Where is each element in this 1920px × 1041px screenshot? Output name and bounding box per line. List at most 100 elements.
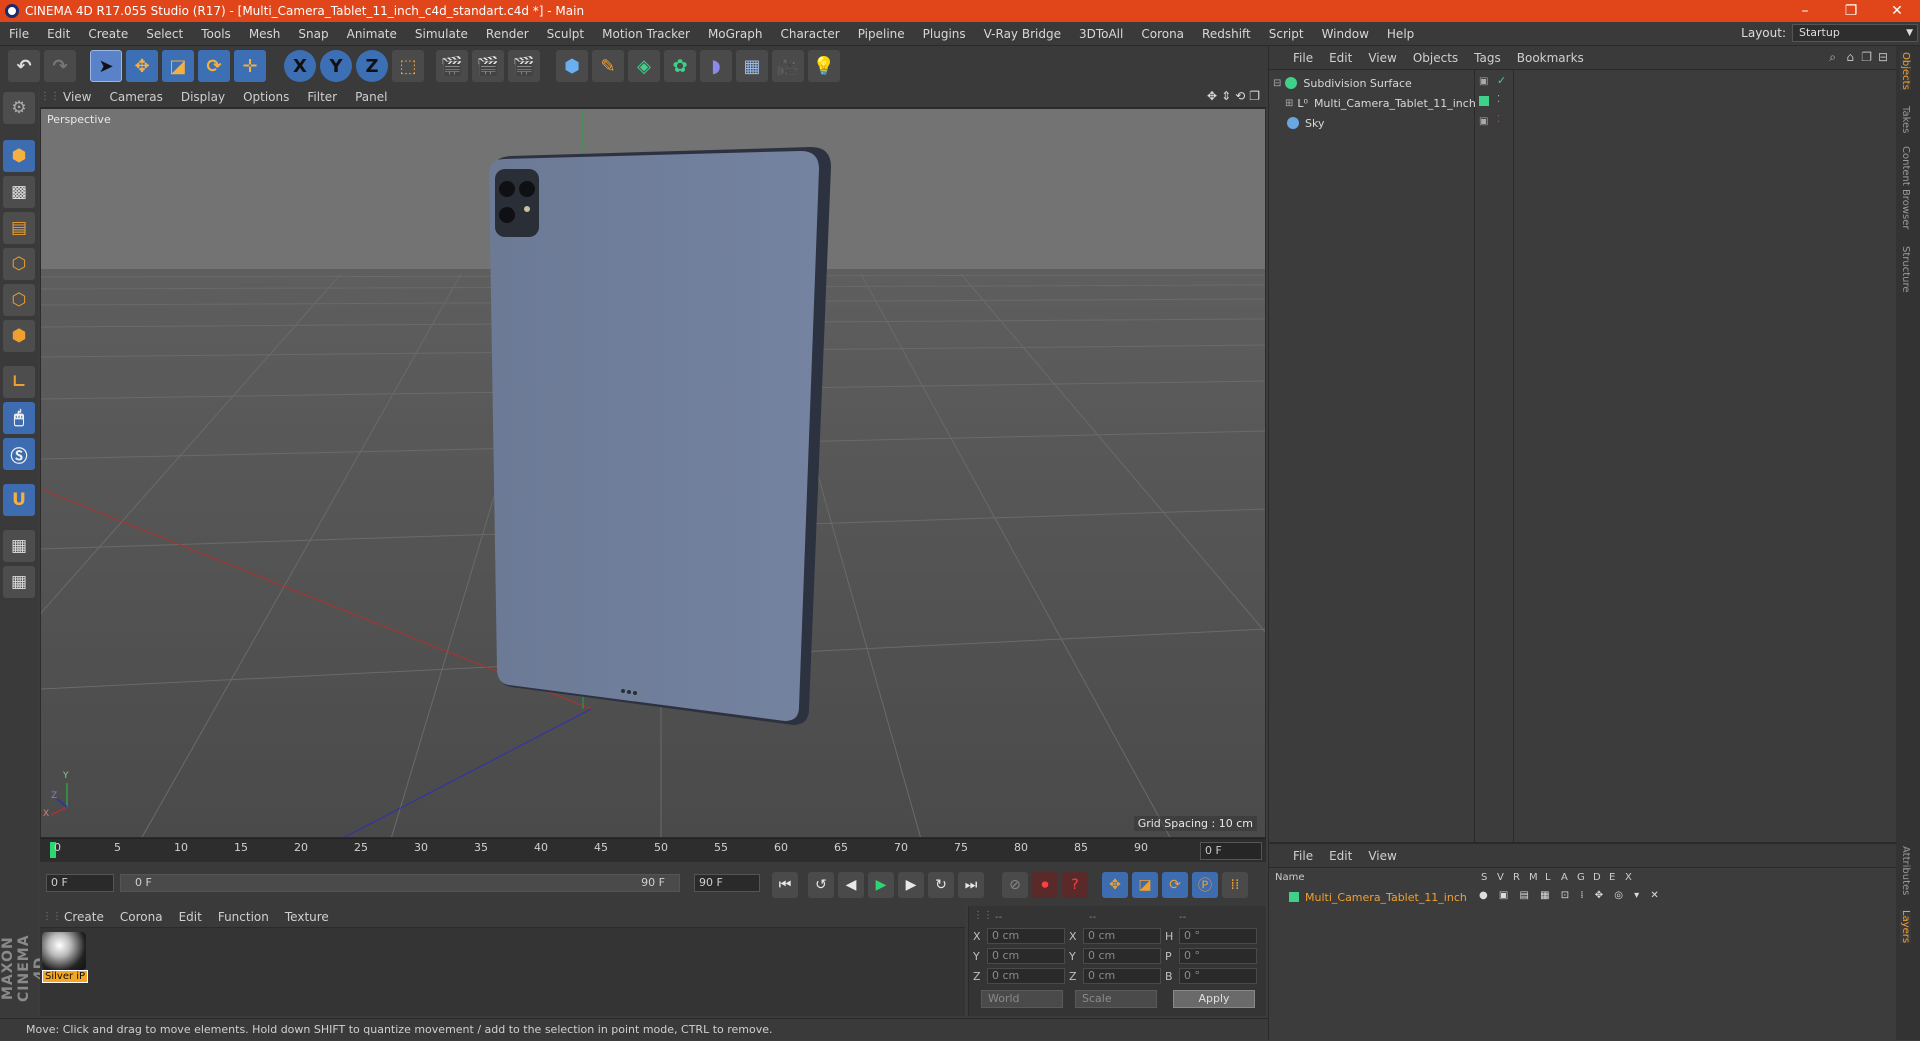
render-view-button[interactable]: 🎬 [436,50,468,82]
transform-tool-button[interactable]: ✛ [234,50,266,82]
obj-menu-view[interactable]: View [1360,51,1404,65]
redo-button[interactable]: ↷ [44,50,76,82]
go-to-end-button[interactable]: ⏭ [958,872,984,898]
editor-visibility-icon[interactable]: ▣ [1479,76,1488,87]
key-scale-button[interactable]: ◪ [1132,872,1158,898]
layer-col-r[interactable]: R [1513,872,1520,883]
pan-view-icon[interactable]: ✥ [1207,89,1217,103]
add-light-button[interactable]: 💡 [808,50,840,82]
layer-col-v[interactable]: V [1497,872,1504,883]
play-button[interactable]: ▶ [868,872,894,898]
menu-render[interactable]: Render [477,27,538,41]
make-editable-button[interactable]: ⚙ [3,92,35,124]
obj-menu-tags[interactable]: Tags [1466,51,1509,65]
edges-mode-button[interactable]: ⬡ [3,284,35,316]
object-row-tablet[interactable]: ⊞ L⁰ Multi_Camera_Tablet_11_inch [1285,94,1476,112]
go-to-next-key-button[interactable]: ↻ [928,872,954,898]
menu-mograph[interactable]: MoGraph [699,27,772,41]
tab-takes[interactable]: Takes [1900,106,1911,133]
coord-mode-dropdown[interactable]: Scale [1075,990,1157,1008]
add-spline-button[interactable]: ✎ [592,50,624,82]
size-z-field[interactable]: 0 cm [1083,968,1161,984]
current-frame-field[interactable]: 0 F [1200,842,1262,860]
rotation-b-field[interactable]: 0 ° [1179,968,1257,984]
visibility-dots-icon[interactable]: ⁚ [1497,94,1500,105]
material-preview-silver[interactable] [42,932,86,970]
tab-objects[interactable]: Objects [1900,52,1911,90]
tab-attributes[interactable]: Attributes [1900,846,1911,895]
locked-workplane-button[interactable]: ▦ [3,530,35,562]
layer-col-m[interactable]: M [1529,872,1538,883]
vp-menu-display[interactable]: Display [172,90,234,104]
vp-menu-view[interactable]: View [54,90,100,104]
timeline-ruler[interactable]: 0 5 10 15 20 25 30 35 40 45 50 55 60 65 … [40,838,1266,862]
minimize-button[interactable]: – [1782,0,1828,22]
menu-pipeline[interactable]: Pipeline [849,27,914,41]
points-mode-button[interactable]: ⬡ [3,248,35,280]
record-active-objects-button[interactable]: ⏺ [1032,872,1058,898]
home-icon[interactable]: ⌂ [1846,50,1854,64]
tab-content-browser[interactable]: Content Browser [1900,146,1911,229]
key-rotation-button[interactable]: ⟳ [1162,872,1188,898]
planar-workplane-button[interactable]: ▦ [3,566,35,598]
layer-col-d[interactable]: D [1593,872,1601,883]
menu-file[interactable]: File [0,27,38,41]
object-row-subdivision[interactable]: ⊟ Subdivision Surface [1273,74,1412,92]
orbit-view-icon[interactable]: ⟲ [1235,89,1245,103]
dolly-view-icon[interactable]: ⇕ [1221,89,1231,103]
layer-col-e[interactable]: E [1609,872,1615,883]
add-cube-button[interactable]: ⬢ [556,50,588,82]
mat-menu-corona[interactable]: Corona [112,910,171,924]
menu-create[interactable]: Create [79,27,137,41]
coordinate-system-button[interactable]: ⬚ [392,50,424,82]
layer-col-s[interactable]: S [1481,872,1487,883]
menu-3dtoall[interactable]: 3DToAll [1070,27,1132,41]
key-position-button[interactable]: ✥ [1102,872,1128,898]
key-parameter-button[interactable]: Ⓟ [1192,872,1218,898]
menu-vray-bridge[interactable]: V-Ray Bridge [975,27,1070,41]
frame-range-slider[interactable]: 0 F 90 F [120,874,680,892]
menu-script[interactable]: Script [1260,27,1313,41]
render-picture-viewer-button[interactable]: 🎬 [472,50,504,82]
layer-col-l[interactable]: L [1545,872,1551,883]
menu-animate[interactable]: Animate [338,27,406,41]
layer-col-g[interactable]: G [1577,872,1585,883]
layer-row[interactable]: Multi_Camera_Tablet_11_inch [1279,888,1467,906]
close-button[interactable]: ✕ [1874,0,1920,22]
vp-menu-options[interactable]: Options [234,90,298,104]
prev-frame-button[interactable]: ◀ [838,872,864,898]
visibility-red-dot-icon[interactable]: ⁚ [1497,114,1500,125]
position-x-field[interactable]: 0 cm [987,928,1065,944]
end-frame-field[interactable]: 90 F [694,874,760,892]
menu-edit[interactable]: Edit [38,27,79,41]
tab-layers[interactable]: Layers [1900,910,1911,944]
obj-menu-bookmarks[interactable]: Bookmarks [1509,51,1592,65]
enabled-check-icon[interactable]: ✓ [1497,74,1506,87]
rotation-p-field[interactable]: 0 ° [1179,948,1257,964]
layer-menu-file[interactable]: File [1285,849,1321,863]
position-y-field[interactable]: 0 cm [987,948,1065,964]
layer-menu-view[interactable]: View [1360,849,1404,863]
collapse-icon[interactable]: ⊟ [1878,50,1888,64]
menu-plugins[interactable]: Plugins [914,27,975,41]
x-axis-lock-button[interactable]: X [284,50,316,82]
layer-color-swatch[interactable] [1289,892,1299,902]
menu-simulate[interactable]: Simulate [406,27,477,41]
search-icon[interactable]: ⌕ [1829,50,1836,65]
menu-window[interactable]: Window [1313,27,1378,41]
vp-menu-filter[interactable]: Filter [298,90,346,104]
menu-corona[interactable]: Corona [1132,27,1193,41]
render-settings-button[interactable]: 🎬 [508,50,540,82]
mat-menu-create[interactable]: Create [56,910,112,924]
layout-dropdown[interactable]: Startup ▼ [1792,24,1918,42]
tweak-mode-button[interactable]: 🖱 [3,402,35,434]
next-frame-button[interactable]: ▶ [898,872,924,898]
mat-menu-edit[interactable]: Edit [171,910,210,924]
collapse-toggle-icon[interactable]: ⊟ [1273,78,1281,89]
layer-menu-edit[interactable]: Edit [1321,849,1360,863]
obj-menu-file[interactable]: File [1285,51,1321,65]
coord-system-dropdown[interactable]: World [981,990,1063,1008]
menu-tools[interactable]: Tools [192,27,240,41]
layer-toggles-icon[interactable]: ● ▣ ▤ ▦ ⊡ ⁞ ✥ ◎ ▾ ✕ [1479,890,1663,901]
perspective-viewport[interactable]: Y X Z Perspective Grid Spacing : 10 cm [40,108,1266,838]
